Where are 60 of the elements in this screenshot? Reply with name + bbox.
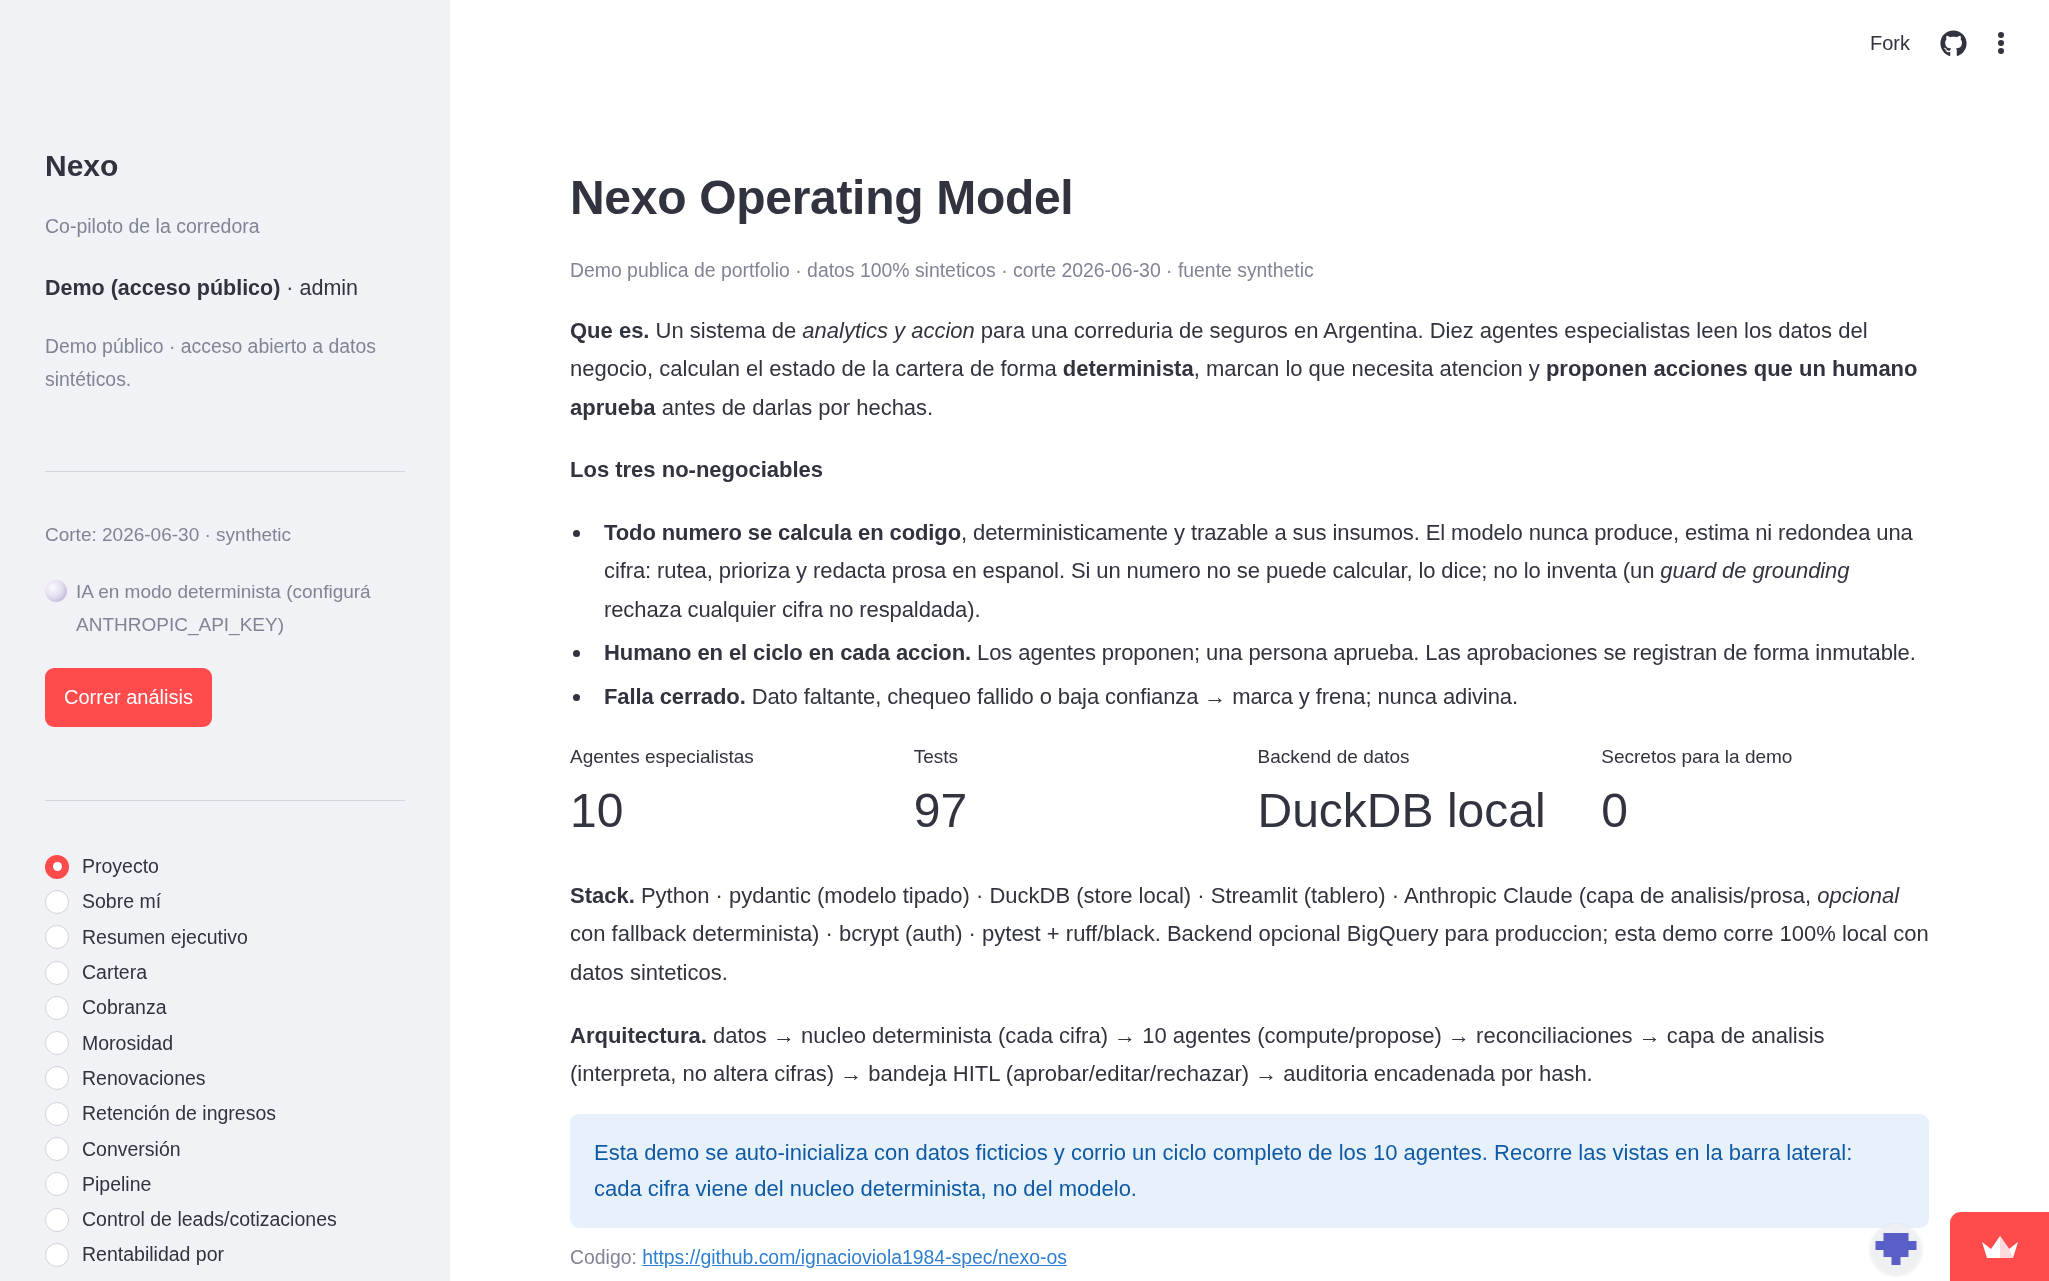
page-title: Nexo Operating Model: [570, 170, 1075, 226]
kebab-menu-icon[interactable]: [1997, 31, 2005, 55]
nav-option[interactable]: Cobranza: [45, 990, 167, 1026]
crown-button[interactable]: [1950, 1212, 2049, 1281]
nav-option[interactable]: Sobre mí: [45, 884, 162, 920]
github-icon[interactable]: [1940, 29, 1967, 57]
nav-option[interactable]: Retención de ingresos: [45, 1096, 277, 1132]
ai-status-text: IA en modo determinista (configurá ANTHROPIC_API_KEY): [76, 579, 372, 638]
fork-link[interactable]: Fork: [1870, 31, 1910, 55]
architecture-paragraph: Arquitectura. datos → nucleo determinista (cada cifra) → 10 agentes (compute/propose) → reconciliaciones → capa de analisis (interpreta, no altera cifras) → bandeja HITL (aprobar/editar/rechazar) → auditoria encadenada por hash.: [570, 1021, 1826, 1089]
nav-option[interactable]: Pipeline: [45, 1166, 152, 1202]
nav-option[interactable]: Control de leads/cotizaciones: [45, 1201, 337, 1238]
radio-button[interactable]: [45, 1172, 69, 1197]
nav-option[interactable]: Cartera: [45, 954, 148, 991]
radio-button[interactable]: [45, 960, 69, 985]
radio-button[interactable]: [45, 1207, 69, 1232]
radio-button[interactable]: [45, 1066, 69, 1091]
intro-paragraph: Que es. Un sistema de analytics y accion para una correduria de seguros en Argentina. Diez agentes especialistas leen los datos del negocio, calculan el estado de la cartera de forma determinista, marcan lo que necesita atencion y proponen acciones que un humano aprueba antes de darlas por hechas.: [570, 316, 1919, 422]
cutoff-label: Corte: 2026-06-30 · synthetic: [45, 523, 293, 547]
metric-value: 97: [913, 782, 968, 839]
metric-label: Tests: [913, 744, 959, 769]
bullet-icon: [573, 529, 580, 537]
crown-icon: [1980, 1234, 2019, 1259]
radio-button[interactable]: [45, 1242, 69, 1267]
metric-value: DuckDB local: [1257, 782, 1546, 839]
nav-option[interactable]: Proyecto: [45, 849, 159, 885]
sphere-icon: [45, 580, 67, 602]
radio-button[interactable]: [45, 1031, 69, 1056]
metric-label: Agentes especialistas: [570, 744, 754, 769]
metric-value: 10: [570, 782, 624, 839]
principle-text: Todo numero se calcula en codigo, deterministicamente y trazable a sus insumos. El modelo nunca produce, estima ni redondea una cifra: rutea, prioriza y redacta prosa en espanol. Si un numero no se puede calcular, lo dice; no lo inventa (un guard de grounding rechaza cualquier cifra no respaldada).: [604, 518, 1914, 624]
radio-button[interactable]: [45, 925, 69, 950]
access-note: Demo público · acceso abierto a datos sintéticos.: [45, 333, 377, 392]
metric-label: Backend de datos: [1257, 744, 1410, 769]
app-title: Nexo: [45, 148, 120, 184]
section-heading: Los tres no-negociables: [570, 455, 825, 484]
stack-paragraph: Stack. Python · pydantic (modelo tipado) · DuckDB (store local) · Streamlit (tablero) · Anthropic Claude (capa de analisis/prosa, opcional con fallback determinista) · bcrypt (auth) · pytest + ruff/black. Backend opcional BigQuery para produccion; esta demo corre 100% local con datos sinteticos.: [570, 881, 1929, 987]
nav-option[interactable]: Morosidad: [45, 1025, 174, 1061]
principle-text: Humano en el ciclo en cada accion. Los agentes proponen; una persona aprueba. Las aprobaciones se registran de forma inmutable.: [604, 639, 1916, 668]
radio-button[interactable]: [45, 854, 69, 879]
radio-button[interactable]: [45, 995, 69, 1020]
metric-value: 0: [1601, 782, 1628, 839]
info-message: Esta demo se auto-inicializa con datos ficticios y corrio un ciclo completo de los 10 agentes. Recorre las vistas en la barra lateral: cada cifra viene del nucleo determinista, no del modelo.: [570, 1113, 1929, 1228]
page-caption: Demo publica de portfolio · datos 100% sinteticos · corte 2026-06-30 · fuente synthetic: [570, 258, 1315, 283]
radio-button[interactable]: [45, 889, 69, 914]
nav-option[interactable]: Rentabilidad por: [45, 1237, 224, 1273]
principle-text: Falla cerrado. Dato faltante, chequeo fallido o baja confianza → marca y frena; nunca adivina.: [604, 682, 1518, 711]
radio-button[interactable]: [45, 1137, 69, 1161]
metric-label: Secretos para la demo: [1601, 744, 1793, 769]
nav-option[interactable]: Conversión: [45, 1131, 181, 1167]
nav-option[interactable]: Renovaciones: [45, 1060, 206, 1097]
bullet-icon: [573, 693, 580, 701]
pixel-plus-icon[interactable]: [1871, 1224, 1921, 1274]
radio-button[interactable]: [45, 1101, 69, 1126]
code-line: Codigo: https://github.com/ignacioviola1984-spec/nexo-os: [570, 1244, 1067, 1270]
user-label: Demo (acceso público) · admin: [45, 275, 360, 302]
bullet-icon: [573, 650, 580, 658]
nav-option[interactable]: Resumen ejecutivo: [45, 919, 248, 955]
app-subtitle: Co-piloto de la corredora: [45, 214, 261, 239]
repo-link[interactable]: https://github.com/ignacioviola1984-spec/nexo-os: [642, 1245, 1067, 1268]
